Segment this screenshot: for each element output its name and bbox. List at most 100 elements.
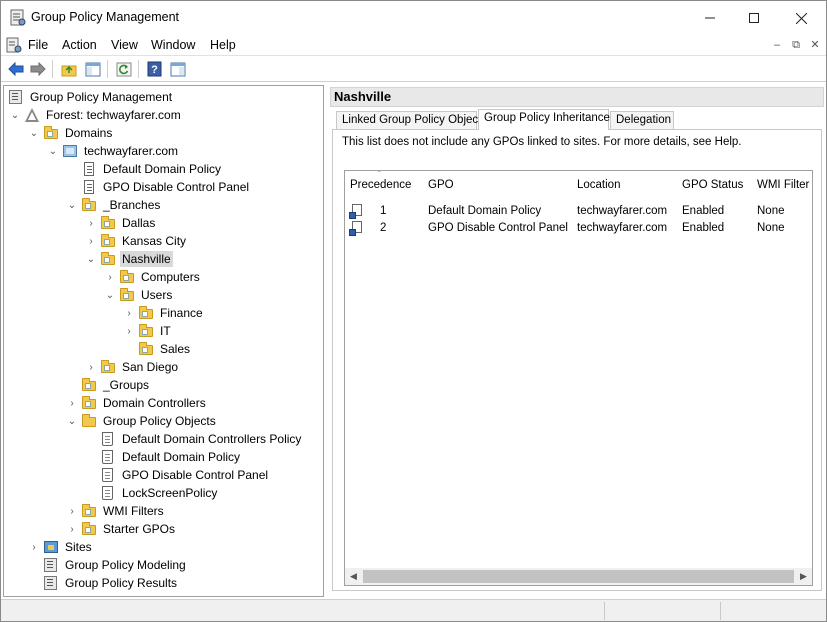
tree-label: San Diego [122,360,179,374]
up-folder-icon[interactable] [59,60,78,78]
tree-node-gpo-ddp[interactable]: Default Domain Policy [100,448,242,466]
tree-node-nashville[interactable]: ⌄ Nashville [86,250,173,268]
tree-node-computers[interactable]: › Computers [105,268,202,286]
column-precedence[interactable]: Precedence [350,179,411,191]
tree-node-it[interactable]: › IT [124,322,173,340]
tree-node-domains[interactable]: ⌄ Domains [29,124,114,142]
tree-node-gpo-disable-cp-link[interactable]: GPO Disable Control Panel [81,178,251,196]
tree-node-forest[interactable]: ⌄ Forest: techwayfarer.com [10,106,183,124]
menu-window[interactable]: Window [151,38,195,52]
minimize-button[interactable] [687,1,733,35]
chevron-down-icon[interactable]: ⌄ [10,106,20,124]
chevron-right-icon[interactable]: › [124,322,134,340]
chevron-right-icon[interactable]: › [86,358,96,376]
tree-node-domain-controllers[interactable]: › Domain Controllers [67,394,208,412]
cell-status: Enabled [682,222,725,234]
chevron-down-icon[interactable]: ⌄ [29,124,39,142]
chevron-right-icon[interactable]: › [86,214,96,232]
maximize-button[interactable] [731,1,777,35]
column-gpo[interactable]: GPO [428,179,454,191]
mdi-minimize-icon[interactable]: – [769,37,785,53]
menu-view[interactable]: View [111,38,138,52]
modeling-icon [43,557,59,573]
tree-node-domain[interactable]: ⌄ techwayfarer.com [48,142,180,160]
toolbar: ? [1,57,826,82]
tree-node-gpo-ddcp[interactable]: Default Domain Controllers Policy [100,430,303,448]
back-arrow-icon[interactable] [6,60,25,78]
table-row[interactable]: 1 Default Domain Policy techwayfarer.com… [345,203,812,220]
menu-file[interactable]: File [28,38,48,52]
chevron-down-icon[interactable]: ⌄ [67,412,77,430]
tree-label: LockScreenPolicy [122,486,218,500]
ou-folder-icon [100,359,116,375]
scroll-right-icon[interactable]: ▶ [795,568,812,585]
chevron-right-icon[interactable]: › [67,520,77,538]
chevron-right-icon[interactable]: › [124,304,134,322]
show-hide-tree-icon[interactable] [83,60,102,78]
cell-gpo: GPO Disable Control Panel [428,222,568,234]
console-tree[interactable]: Group Policy Management ⌄ Forest: techwa… [3,85,324,597]
tree-node-kansas-city[interactable]: › Kansas City [86,232,188,250]
chevron-down-icon[interactable]: ⌄ [48,142,58,160]
mdi-close-icon[interactable]: ✕ [807,37,823,53]
chevron-right-icon[interactable]: › [29,538,39,556]
tree-node-san-diego[interactable]: › San Diego [86,358,180,376]
table-row[interactable]: 2 GPO Disable Control Panel techwayfarer… [345,220,812,237]
tab-delegation[interactable]: Delegation [610,111,674,130]
column-gpo-status[interactable]: GPO Status [682,179,743,191]
tree-node-gpm-root[interactable]: Group Policy Management [8,88,174,106]
tree-node-dallas[interactable]: › Dallas [86,214,157,232]
tree-node-users[interactable]: ⌄ Users [105,286,174,304]
tree-node-wmi-filters[interactable]: › WMI Filters [67,502,166,520]
forward-arrow-icon[interactable] [28,60,47,78]
refresh-icon[interactable] [114,60,133,78]
horizontal-scrollbar[interactable]: ◀ ▶ [345,568,812,585]
menu-bar: File Action View Window Help – ⧉ ✕ [1,35,826,56]
chevron-down-icon[interactable]: ⌄ [67,196,77,214]
tree-label: Group Policy Modeling [65,558,186,572]
tree-node-gpo-dcp[interactable]: GPO Disable Control Panel [100,466,270,484]
tree-node-starter-gpos[interactable]: › Starter GPOs [67,520,177,538]
tree-node-group-policy-objects[interactable]: ⌄ Group Policy Objects [67,412,218,430]
inheritance-list[interactable]: ˆ Precedence GPO Location GPO Status WMI… [344,170,813,586]
chevron-right-icon[interactable]: › [105,268,115,286]
cell-precedence: 2 [380,222,387,234]
close-button[interactable] [778,1,824,35]
menu-help[interactable]: Help [210,38,236,52]
tree-label: IT [160,324,171,338]
tree-node-gpo-lockscreen[interactable]: LockScreenPolicy [100,484,219,502]
scrollbar-thumb[interactable] [363,570,794,583]
menu-action[interactable]: Action [62,38,97,52]
info-text: This list does not include any GPOs link… [342,136,742,148]
tree-node-results[interactable]: Group Policy Results [43,574,179,592]
chevron-down-icon[interactable]: ⌄ [86,250,96,268]
scroll-left-icon[interactable]: ◀ [345,568,362,585]
chevron-down-icon[interactable]: ⌄ [105,286,115,304]
tree-node-default-domain-policy-link[interactable]: Default Domain Policy [81,160,223,178]
tab-gp-inheritance[interactable]: Group Policy Inheritance [478,109,610,130]
chevron-right-icon[interactable]: › [67,394,77,412]
ou-folder-icon [138,341,154,357]
ou-folder-icon [119,287,135,303]
cell-gpo: Default Domain Policy [428,205,542,217]
chevron-right-icon[interactable]: › [86,232,96,250]
tree-node-sites[interactable]: › Sites [29,538,94,556]
action-pane-icon[interactable] [168,60,187,78]
tree-label: _Branches [103,198,161,212]
gpm-menu-icon[interactable] [6,37,22,53]
tree-node-branches[interactable]: ⌄ _Branches [67,196,162,214]
ou-folder-icon [81,377,97,393]
tree-label: GPO Disable Control Panel [103,180,250,194]
tree-label: Users [141,288,173,302]
mdi-restore-icon[interactable]: ⧉ [788,37,804,53]
tree-node-finance[interactable]: › Finance [124,304,205,322]
tree-node-sales[interactable]: Sales [138,340,192,358]
help-icon[interactable]: ? [145,60,164,78]
tab-linked-gpos[interactable]: Linked Group Policy Objects [336,111,487,130]
cell-wmi: None [757,205,785,217]
chevron-right-icon[interactable]: › [67,502,77,520]
tree-node-groups[interactable]: _Groups [81,376,151,394]
tree-node-modeling[interactable]: Group Policy Modeling [43,556,188,574]
column-wmi-filter[interactable]: WMI Filter [757,179,809,191]
column-location[interactable]: Location [577,179,620,191]
